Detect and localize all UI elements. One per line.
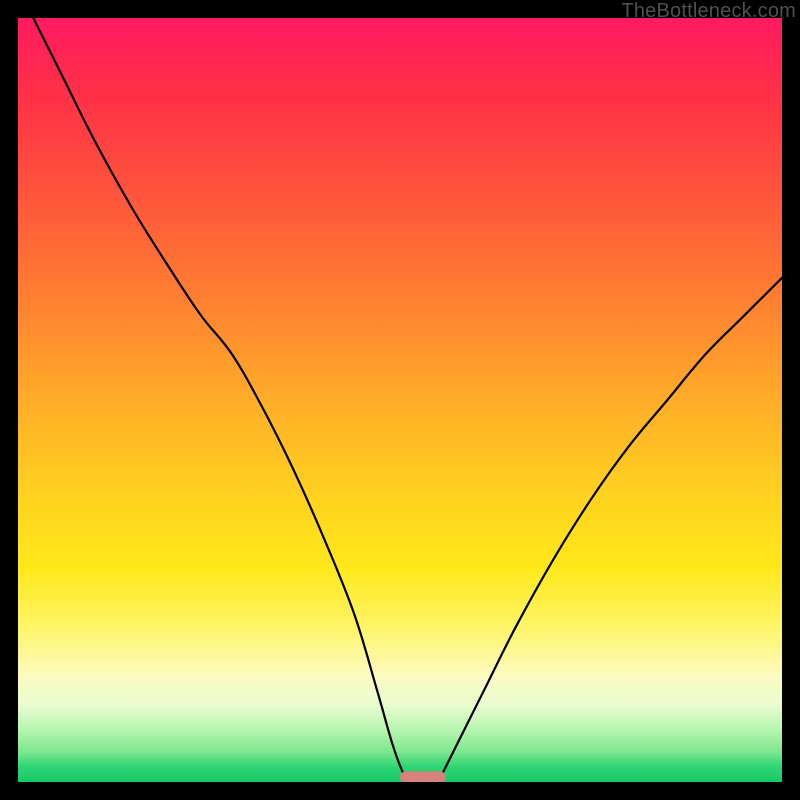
chart-frame: TheBottleneck.com xyxy=(0,0,800,800)
minimum-marker xyxy=(400,771,446,782)
plot-area xyxy=(18,18,782,782)
curve-left-branch xyxy=(33,18,411,782)
curve-right-branch xyxy=(438,278,782,782)
watermark-text: TheBottleneck.com xyxy=(621,0,796,23)
curve-layer xyxy=(18,18,782,782)
